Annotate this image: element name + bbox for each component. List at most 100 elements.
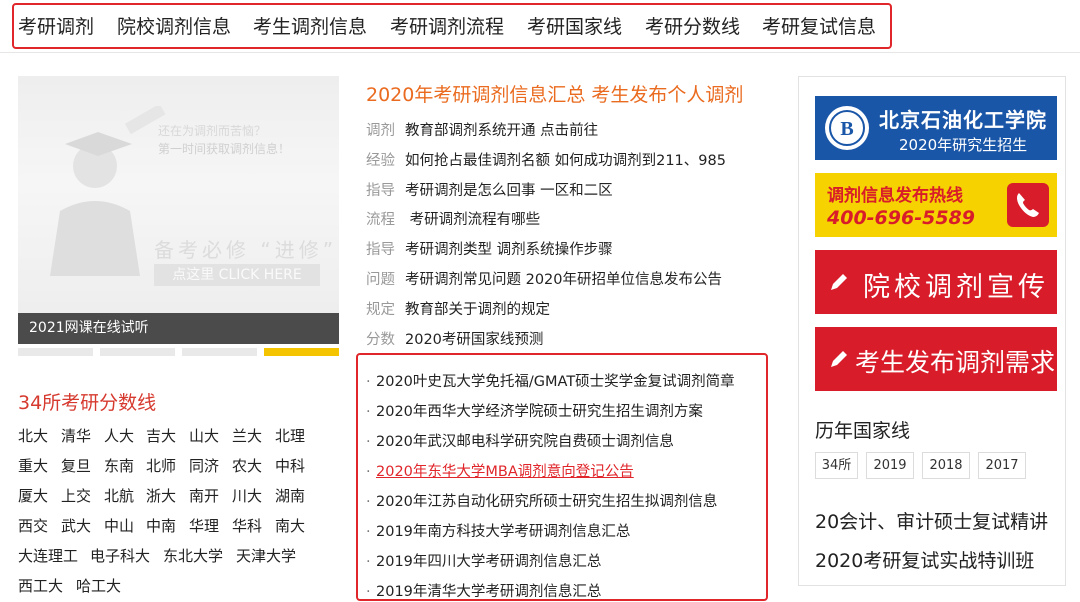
- university-link[interactable]: 东北大学: [163, 545, 223, 566]
- news-item-hovered[interactable]: · 2020年东华大学MBA调剂意向登记公告: [366, 460, 634, 481]
- bullet-icon: ·: [366, 374, 371, 390]
- news-item[interactable]: · 2020叶史瓦大学免托福/GMAT硕士奖学金复试调剂简章: [366, 370, 735, 391]
- university-link[interactable]: 天津大学: [236, 545, 296, 566]
- school-seal-icon: B: [825, 106, 869, 150]
- university-link[interactable]: 上交: [61, 485, 91, 506]
- course-link-accounting[interactable]: 20会计、审计硕士复试精讲: [815, 507, 1048, 534]
- university-link[interactable]: 山大: [189, 425, 219, 446]
- ad-bipt-recruitment[interactable]: B 北京石油化工学院 2020年研究生招生: [815, 96, 1057, 160]
- info-tag: 指导: [366, 242, 395, 258]
- info-link[interactable]: 考研调剂流程有哪些: [405, 212, 541, 228]
- university-link[interactable]: 人大: [104, 425, 134, 446]
- banner-line-1: 还在为调剂而苦恼？: [158, 124, 267, 138]
- university-link[interactable]: 浙大: [146, 485, 176, 506]
- news-link[interactable]: 2020年江苏自动化研究所硕士研究生招生拟调剂信息: [376, 494, 717, 510]
- year-tag-2018[interactable]: 2018: [922, 452, 970, 479]
- pager-dot[interactable]: [100, 348, 175, 356]
- university-link[interactable]: 电子科大: [90, 545, 150, 566]
- info-link[interactable]: 考研调剂常见问题 2020年研招单位信息发布公告: [405, 272, 722, 288]
- university-link[interactable]: 湖南: [275, 485, 305, 506]
- university-link[interactable]: 哈工大: [76, 575, 121, 596]
- university-link[interactable]: 华科: [232, 515, 262, 536]
- info-row: 问题 考研调剂常见问题 2020年研招单位信息发布公告: [366, 268, 722, 290]
- news-link[interactable]: 2020年武汉邮电科学研究院自费硕士调剂信息: [376, 434, 674, 450]
- university-link[interactable]: 北航: [104, 485, 134, 506]
- year-tag-34[interactable]: 34所: [815, 452, 858, 479]
- university-link[interactable]: 北师: [146, 455, 176, 476]
- university-link[interactable]: 农大: [232, 455, 262, 476]
- news-link[interactable]: 2020年西华大学经济学院硕士研究生招生调剂方案: [376, 404, 703, 420]
- course-link-retest-training[interactable]: 2020考研复试实战特训班: [815, 546, 1034, 573]
- university-link[interactable]: 吉大: [146, 425, 176, 446]
- news-link[interactable]: 2019年四川大学考研调剂信息汇总: [376, 554, 601, 570]
- news-link[interactable]: 2020年东华大学MBA调剂意向登记公告: [376, 464, 634, 480]
- pager-dot[interactable]: [182, 348, 257, 356]
- section-title[interactable]: 2020年考研调剂信息汇总 考生发布个人调剂: [366, 80, 743, 107]
- news-link[interactable]: 2019年南方科技大学考研调剂信息汇总: [376, 524, 630, 540]
- bullet-icon: ·: [366, 404, 371, 420]
- top-nav: 考研调剂 院校调剂信息 考生调剂信息 考研调剂流程 考研国家线 考研分数线 考研…: [0, 0, 1080, 52]
- nav-item-score-line[interactable]: 考研分数线: [645, 12, 740, 39]
- ad-student-demand[interactable]: 考生发布调剂需求: [815, 327, 1057, 391]
- news-link[interactable]: 2020叶史瓦大学免托福/GMAT硕士奖学金复试调剂简章: [376, 374, 735, 390]
- pencil-icon: [831, 351, 847, 367]
- university-link[interactable]: 大连理工: [18, 545, 78, 566]
- university-link[interactable]: 西交: [18, 515, 48, 536]
- news-link[interactable]: 2019年清华大学考研调剂信息汇总: [376, 584, 601, 600]
- nav-item-student-info[interactable]: 考生调剂信息: [253, 12, 367, 39]
- news-item[interactable]: · 2020年武汉邮电科学研究院自费硕士调剂信息: [366, 430, 674, 451]
- info-tag: 指导: [366, 183, 395, 199]
- news-item[interactable]: · 2019年南方科技大学考研调剂信息汇总: [366, 520, 630, 541]
- info-link[interactable]: 考研调剂是怎么回事 一区和二区: [405, 183, 613, 199]
- pager-dot-active[interactable]: [264, 348, 339, 356]
- university-link[interactable]: 中南: [146, 515, 176, 536]
- university-link[interactable]: 重大: [18, 455, 48, 476]
- news-item[interactable]: · 2020年江苏自动化研究所硕士研究生招生拟调剂信息: [366, 490, 717, 511]
- university-link[interactable]: 武大: [61, 515, 91, 536]
- info-tag: 经验: [366, 153, 395, 169]
- nav-item-national-line[interactable]: 考研国家线: [527, 12, 622, 39]
- promo-banner[interactable]: 还在为调剂而苦恼？ 第一时间获取调剂信息！ 备考必修 “进修” 点这里 CLIC…: [18, 76, 339, 344]
- news-item[interactable]: · 2019年四川大学考研调剂信息汇总: [366, 550, 601, 571]
- nav-item-kaoyan-tiaoji[interactable]: 考研调剂: [18, 12, 94, 39]
- info-link[interactable]: 考研调剂类型 调剂系统操作步骤: [405, 242, 613, 258]
- university-link[interactable]: 同济: [189, 455, 219, 476]
- info-tag: 规定: [366, 302, 395, 318]
- university-link[interactable]: 复旦: [61, 455, 91, 476]
- nav-item-process[interactable]: 考研调剂流程: [390, 12, 504, 39]
- university-link[interactable]: 北理: [275, 425, 305, 446]
- university-link[interactable]: 北大: [18, 425, 48, 446]
- year-tag-2017[interactable]: 2017: [978, 452, 1026, 479]
- nav-divider: [0, 52, 1080, 53]
- university-link[interactable]: 厦大: [18, 485, 48, 506]
- info-link[interactable]: 2020考研国家线预测: [405, 332, 543, 348]
- year-tag-2019[interactable]: 2019: [866, 452, 914, 479]
- university-link[interactable]: 东南: [104, 455, 134, 476]
- pager-dot[interactable]: [18, 348, 93, 356]
- university-link[interactable]: 西工大: [18, 575, 63, 596]
- info-link[interactable]: 教育部调剂系统开通 点击前往: [405, 123, 598, 139]
- ad-school-promotion-text: 院校调剂宣传: [863, 272, 1049, 303]
- ad-school-promotion[interactable]: 院校调剂宣传: [815, 250, 1057, 314]
- bullet-icon: ·: [366, 584, 371, 600]
- bullet-icon: ·: [366, 494, 371, 510]
- university-link[interactable]: 川大: [232, 485, 262, 506]
- info-link[interactable]: 教育部关于调剂的规定: [405, 302, 550, 318]
- university-link[interactable]: 华理: [189, 515, 219, 536]
- university-link[interactable]: 中科: [275, 455, 305, 476]
- banner-caption[interactable]: 2021网课在线试听: [18, 313, 339, 344]
- info-link[interactable]: 如何抢占最佳调剂名额 如何成功调剂到211、985: [405, 153, 726, 169]
- nav-item-school-info[interactable]: 院校调剂信息: [117, 12, 231, 39]
- history-national-line-title: 历年国家线: [815, 420, 911, 442]
- ad-hotline[interactable]: 调剂信息发布热线 400-696-5589: [815, 173, 1057, 237]
- university-link[interactable]: 清华: [61, 425, 91, 446]
- news-item[interactable]: · 2020年西华大学经济学院硕士研究生招生调剂方案: [366, 400, 703, 421]
- nav-item-retest-info[interactable]: 考研复试信息: [762, 12, 876, 39]
- university-link[interactable]: 南开: [189, 485, 219, 506]
- info-row: 调剂 教育部调剂系统开通 点击前往: [366, 119, 598, 141]
- news-item[interactable]: · 2019年清华大学考研调剂信息汇总: [366, 580, 601, 601]
- university-link[interactable]: 中山: [104, 515, 134, 536]
- university-link[interactable]: 南大: [275, 515, 305, 536]
- university-link[interactable]: 兰大: [232, 425, 262, 446]
- banner-click-button[interactable]: 点这里 CLICK HERE: [154, 264, 320, 286]
